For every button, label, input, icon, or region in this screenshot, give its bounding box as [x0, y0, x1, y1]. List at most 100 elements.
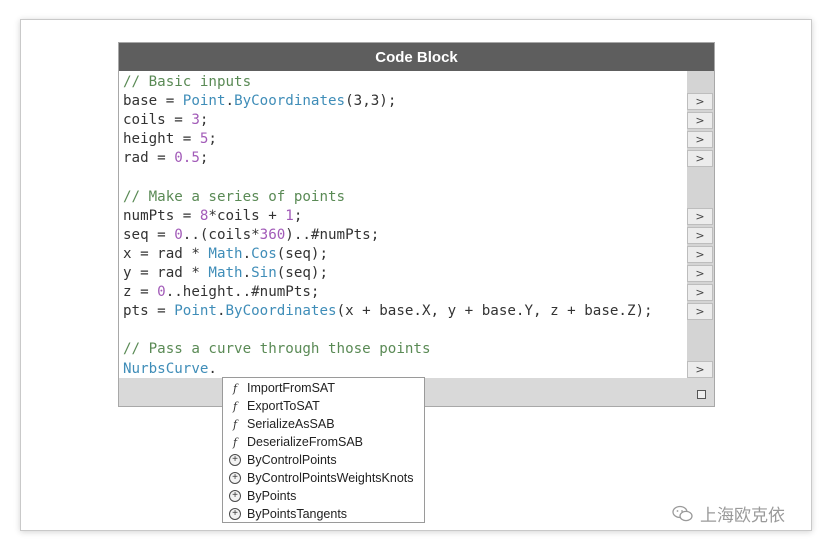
- function-icon: f: [232, 417, 238, 431]
- watermark: 上海欧克依: [672, 501, 785, 526]
- code-token: rad =: [123, 150, 175, 167]
- code-token: ByCoordinates: [234, 93, 346, 110]
- code-token: Point: [182, 93, 226, 110]
- function-icon: f: [232, 381, 238, 395]
- code-token: Math: [208, 265, 243, 281]
- node-title[interactable]: Code Block: [119, 43, 714, 71]
- code-block-node[interactable]: Code Block // Basic inputs base = Point.B…: [118, 42, 715, 407]
- code-token: x = rad *: [123, 245, 209, 262]
- autocomplete-item[interactable]: + ByControlPointsWeightsKnots: [229, 469, 424, 487]
- constructor-icon: +: [229, 490, 241, 502]
- code-token: coils =: [123, 112, 192, 129]
- autocomplete-item[interactable]: f ExportToSAT: [229, 397, 424, 415]
- code-token: ;: [199, 112, 209, 129]
- code-line[interactable]: coils = 3;: [123, 111, 208, 130]
- code-token: (seq);: [276, 245, 329, 262]
- code-token: (3,3);: [345, 93, 397, 110]
- autocomplete-item-label: SerializeAsSAB: [247, 417, 335, 431]
- code-line[interactable]: pts = Point.ByCoordinates(x + base.X, y …: [123, 302, 653, 321]
- output-ports: > > > > > > > > > > >: [687, 71, 714, 378]
- autocomplete-item-label: DeserializeFromSAB: [247, 435, 364, 449]
- code-line[interactable]: // Make a series of points: [123, 188, 345, 207]
- wechat-icon: [672, 505, 694, 523]
- code-token: y = rad *: [123, 265, 209, 281]
- code-token: ..(coils*: [182, 226, 260, 243]
- code-token: height =: [123, 131, 200, 148]
- code-token: seq =: [123, 226, 175, 243]
- code-line[interactable]: x = rad * Math.Cos(seq);: [123, 245, 328, 264]
- code-token: (seq);: [276, 265, 329, 281]
- code-token: .: [225, 93, 235, 110]
- code-token: ..height..#numPts;: [165, 284, 320, 301]
- code-token: pts =: [123, 303, 175, 320]
- code-token: base =: [123, 93, 183, 110]
- output-port[interactable]: >: [687, 284, 713, 302]
- code-token: ByCoordinates: [225, 303, 337, 320]
- code-token: Sin: [251, 265, 277, 281]
- code-token: 1: [285, 207, 294, 224]
- autocomplete-item[interactable]: f ImportFromSAT: [229, 379, 424, 397]
- code-token: NurbsCurve: [123, 360, 209, 377]
- code-token: ;: [208, 131, 217, 148]
- code-line[interactable]: rad = 0.5;: [123, 149, 208, 168]
- code-token: Cos: [251, 245, 277, 262]
- resize-handle[interactable]: [697, 390, 706, 399]
- autocomplete-item-label: ByPoints: [247, 489, 297, 503]
- code-token: .: [216, 303, 226, 320]
- output-port[interactable]: >: [687, 245, 713, 263]
- autocomplete-item[interactable]: f DeserializeFromSAB: [229, 433, 424, 451]
- code-token: 0.5: [174, 150, 200, 167]
- output-port[interactable]: >: [687, 93, 713, 111]
- code-line[interactable]: NurbsCurve.: [123, 360, 217, 379]
- code-token: // Make a series of points: [123, 188, 346, 205]
- function-icon: f: [232, 399, 238, 413]
- constructor-icon: +: [229, 508, 241, 520]
- code-line[interactable]: height = 5;: [123, 130, 217, 149]
- code-token: *coils +: [208, 207, 286, 224]
- watermark-text: 上海欧克依: [700, 506, 785, 525]
- code-token: // Pass a curve through those points: [123, 341, 431, 358]
- code-line[interactable]: z = 0..height..#numPts;: [123, 283, 319, 302]
- code-token: z =: [123, 284, 158, 301]
- code-token: Point: [174, 303, 217, 320]
- output-port[interactable]: >: [687, 303, 713, 321]
- autocomplete-item-label: ByPointsTangents: [247, 507, 348, 521]
- output-port[interactable]: >: [687, 360, 713, 378]
- code-token: ;: [199, 150, 209, 167]
- code-line[interactable]: base = Point.ByCoordinates(3,3);: [123, 92, 396, 111]
- code-line[interactable]: // Basic inputs: [123, 73, 251, 92]
- output-port[interactable]: >: [687, 150, 713, 168]
- code-token: 0: [157, 284, 166, 301]
- code-line[interactable]: // Pass a curve through those points: [123, 340, 431, 359]
- output-port[interactable]: >: [687, 112, 713, 130]
- autocomplete-item[interactable]: + ByControlPoints: [229, 451, 424, 469]
- code-token: .: [242, 245, 252, 262]
- autocomplete-item[interactable]: f SerializeAsSAB: [229, 415, 424, 433]
- output-port[interactable]: >: [687, 226, 713, 244]
- code-editor[interactable]: // Basic inputs base = Point.ByCoordinate…: [119, 71, 687, 378]
- function-icon: f: [232, 435, 238, 449]
- code-token: 0: [174, 226, 183, 243]
- code-line[interactable]: y = rad * Math.Sin(seq);: [123, 264, 328, 283]
- code-token: 3: [191, 112, 200, 129]
- output-port[interactable]: >: [687, 131, 713, 149]
- constructor-icon: +: [229, 472, 241, 484]
- autocomplete-item[interactable]: + ByPoints: [229, 487, 424, 505]
- code-token: // Basic inputs: [123, 74, 252, 90]
- code-token: .: [208, 360, 217, 377]
- autocomplete-item-label: ExportToSAT: [247, 399, 320, 413]
- code-line[interactable]: numPts = 8*coils + 1;: [123, 207, 302, 226]
- code-token: numPts =: [123, 207, 200, 224]
- autocomplete-item[interactable]: + ByPointsTangents: [229, 505, 424, 523]
- code-token: )..#numPts;: [285, 226, 380, 243]
- autocomplete-item-label: ImportFromSAT: [247, 381, 335, 395]
- code-token: 360: [259, 226, 286, 243]
- output-port[interactable]: >: [687, 265, 713, 282]
- autocomplete-item-label: ByControlPoints: [247, 453, 337, 467]
- constructor-icon: +: [229, 454, 241, 466]
- code-line[interactable]: seq = 0..(coils*360)..#numPts;: [123, 226, 379, 245]
- code-token: ;: [293, 207, 303, 224]
- code-token: (x + base.X, y + base.Y, z + base.Z);: [336, 303, 653, 320]
- output-port[interactable]: >: [687, 207, 713, 225]
- autocomplete-popup[interactable]: f ImportFromSAT f ExportToSAT f SerializeAsSA…: [222, 377, 425, 523]
